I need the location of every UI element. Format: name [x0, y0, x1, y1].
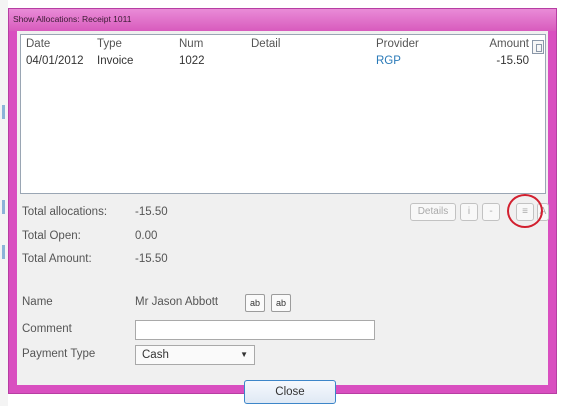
background-strip: [0, 0, 8, 406]
table-row[interactable]: 04/01/2012 Invoice 1022 RGP -15.50: [21, 55, 545, 71]
cell-num: 1022: [179, 55, 205, 67]
window-title: Show Allocations: Receipt 1011: [13, 14, 132, 24]
chevron-down-icon: ▼: [240, 350, 248, 359]
name-value: Mr Jason Abbott: [135, 296, 219, 308]
total-open-value: 0.00: [135, 230, 158, 242]
total-open-label: Total Open:: [22, 230, 81, 242]
total-allocations-label: Total allocations:: [22, 206, 108, 218]
payment-type-select[interactable]: Cash ▼: [135, 345, 255, 365]
total-amount-value: -15.50: [135, 253, 168, 265]
details-button[interactable]: Details: [410, 203, 456, 221]
total-amount-label: Total Amount:: [22, 253, 92, 265]
column-chooser-icon[interactable]: [532, 40, 544, 54]
column-amount[interactable]: Amount: [489, 38, 529, 50]
background-marker: [2, 245, 5, 259]
column-type[interactable]: Type: [97, 38, 122, 50]
payment-type-label: Payment Type: [22, 348, 96, 360]
cell-type: Invoice: [97, 55, 134, 67]
background-marker: [2, 200, 5, 214]
list-header: Date Type Num Detail Provider Amount: [21, 38, 545, 54]
name-action-button-1[interactable]: ab: [245, 294, 265, 312]
allocations-list[interactable]: Date Type Num Detail Provider Amount 04/…: [20, 34, 546, 194]
cell-date: 04/01/2012: [26, 55, 84, 67]
column-date[interactable]: Date: [26, 38, 50, 50]
payment-type-value: Cash: [142, 349, 169, 361]
title-bar[interactable]: Show Allocations: Receipt 1011: [9, 9, 556, 31]
name-action-button-2[interactable]: ab: [271, 294, 291, 312]
comment-field[interactable]: [135, 320, 375, 340]
cell-amount: -15.50: [496, 55, 529, 67]
background-marker: [2, 105, 5, 119]
column-provider[interactable]: Provider: [376, 38, 419, 50]
name-label: Name: [22, 296, 53, 308]
dialog-body: Date Type Num Detail Provider Amount 04/…: [17, 31, 549, 404]
remove-button[interactable]: -: [482, 203, 500, 221]
total-allocations-value: -15.50: [135, 206, 168, 218]
column-detail[interactable]: Detail: [251, 38, 280, 50]
allocations-window: Show Allocations: Receipt 1011 Date Type…: [8, 8, 557, 404]
info-button[interactable]: i: [460, 203, 478, 221]
column-num[interactable]: Num: [179, 38, 203, 50]
comment-label: Comment: [22, 323, 72, 335]
cell-provider-link[interactable]: RGP: [376, 55, 401, 67]
close-button[interactable]: Close: [244, 380, 336, 404]
highlight-circle: [507, 194, 543, 228]
